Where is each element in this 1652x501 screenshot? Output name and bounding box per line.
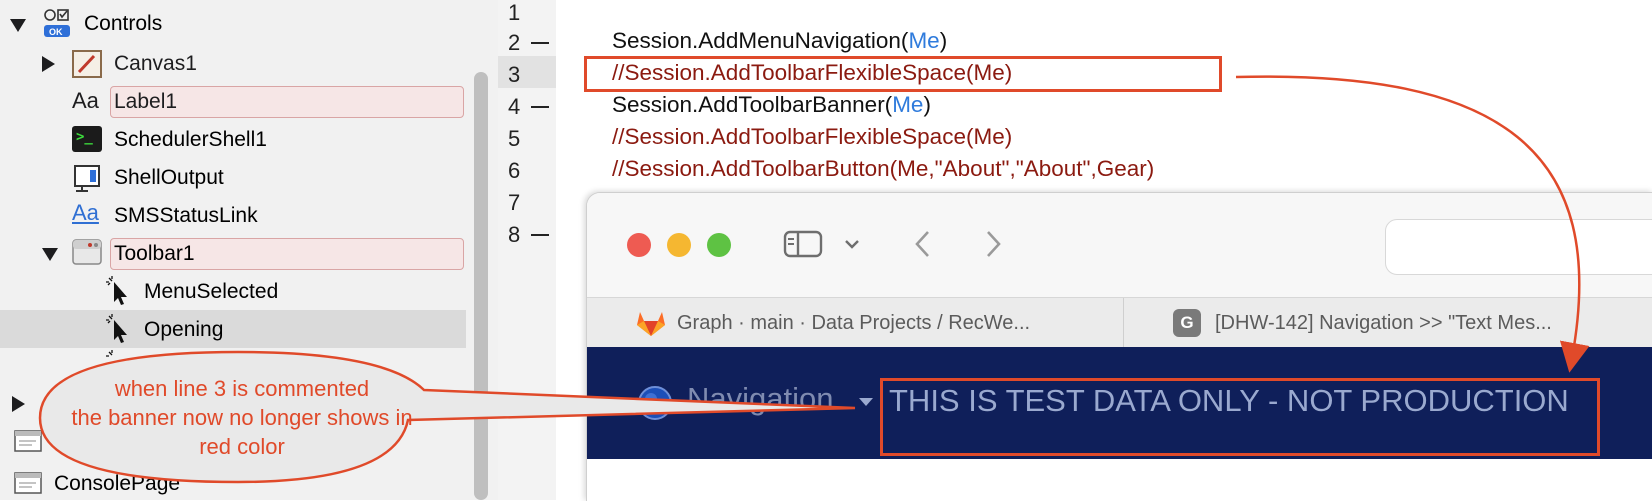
line-gutter: 1 2 3 4 5 6 7 8	[498, 0, 556, 500]
line-marker	[531, 42, 549, 44]
line-number: 7	[508, 190, 521, 215]
nav-item-toolbar1[interactable]: Toolbar1	[114, 242, 195, 266]
nav-item-menuselected[interactable]: MenuSelected	[144, 280, 278, 304]
gitlab-icon	[635, 308, 667, 338]
code-line-2[interactable]: Session.AddMenuNavigation(Me)	[612, 28, 947, 54]
current-line-highlight	[498, 56, 556, 88]
link-label-icon: Aa	[72, 200, 99, 225]
shell-output-icon	[72, 164, 102, 192]
line-number: 5	[508, 126, 521, 151]
navigator-scrollbar[interactable]	[474, 72, 488, 500]
code-line-6[interactable]: //Session.AddToolbarButton(Me,"About","A…	[612, 156, 1154, 182]
event-cursor-icon	[106, 350, 132, 364]
page-icon	[14, 430, 42, 452]
tab-label: [DHW-142] Navigation >> "Text Mes...	[1215, 311, 1552, 334]
event-cursor-icon	[106, 276, 132, 306]
terminal-icon: >_	[72, 126, 102, 152]
disclosure-closed-icon[interactable]	[42, 56, 55, 72]
nav-item-smsstatuslink[interactable]: SMSStatusLink	[114, 204, 258, 228]
disclosure-closed-icon[interactable]	[12, 396, 25, 412]
code-line-4[interactable]: Session.AddToolbarBanner(Me)	[612, 92, 931, 118]
nav-item-shelloutput[interactable]: ShellOutput	[114, 166, 224, 190]
zoom-window-button[interactable]	[707, 233, 731, 257]
nav-item-schedulershell1[interactable]: SchedulerShell1	[114, 128, 267, 152]
label-icon: Aa	[72, 88, 99, 113]
controls-label: Controls	[84, 12, 163, 35]
tab-dhw-142[interactable]: G [DHW-142] Navigation >> "Text Mes...	[1173, 298, 1552, 348]
line-number: 4	[508, 94, 521, 119]
disclosure-open-icon[interactable]	[10, 19, 26, 32]
chevron-down-icon[interactable]	[843, 237, 861, 251]
nav-item-consolepage[interactable]: ConsolePage	[54, 472, 180, 496]
annotation-box-banner	[880, 378, 1600, 456]
line-number: 6	[508, 158, 521, 183]
nav-item-canvas1[interactable]: Canvas1	[114, 52, 197, 76]
line-marker	[531, 106, 549, 108]
controls-badge: OK	[49, 27, 63, 37]
selected-row	[0, 310, 466, 348]
tab-gitlab-graph[interactable]: Graph · main · Data Projects / RecWe...	[635, 298, 1030, 348]
caret-down-icon[interactable]	[857, 395, 875, 407]
tab-strip: Graph · main · Data Projects / RecWe... …	[587, 297, 1652, 348]
disclosure-open-icon[interactable]	[42, 248, 58, 261]
line-number: 2	[508, 30, 521, 55]
canvas-icon	[72, 50, 102, 78]
tab-divider	[1123, 298, 1124, 348]
annotation-box-line3	[584, 56, 1222, 92]
browser-titlebar	[587, 193, 1652, 297]
annotation-text: when line 3 is commented the banner now …	[71, 376, 413, 459]
address-bar[interactable]	[1385, 219, 1652, 275]
tab-label: Graph · main · Data Projects / RecWe...	[677, 311, 1031, 334]
code-line-5[interactable]: //Session.AddToolbarFlexibleSpace(Me)	[612, 124, 1012, 150]
close-window-button[interactable]	[627, 233, 651, 257]
line-number: 3	[508, 62, 521, 87]
line-number: 1	[508, 0, 521, 25]
navigation-menu[interactable]: Navigation	[687, 381, 833, 417]
minimize-window-button[interactable]	[667, 233, 691, 257]
navigation-logo-icon	[637, 385, 673, 421]
toolbar-icon	[72, 238, 102, 266]
nav-item-opening[interactable]: Opening	[144, 318, 223, 342]
page-icon	[14, 472, 42, 494]
line-number: 8	[508, 222, 521, 247]
site-favicon-icon: G	[1173, 309, 1201, 337]
nav-item-label1[interactable]: Label1	[114, 90, 177, 114]
sidebar-toggle-icon[interactable]	[783, 229, 823, 259]
back-icon[interactable]	[913, 229, 933, 259]
controls-icon: OK	[42, 8, 72, 38]
event-cursor-icon	[106, 314, 132, 344]
line-marker	[531, 234, 549, 236]
forward-icon[interactable]	[983, 229, 1003, 259]
